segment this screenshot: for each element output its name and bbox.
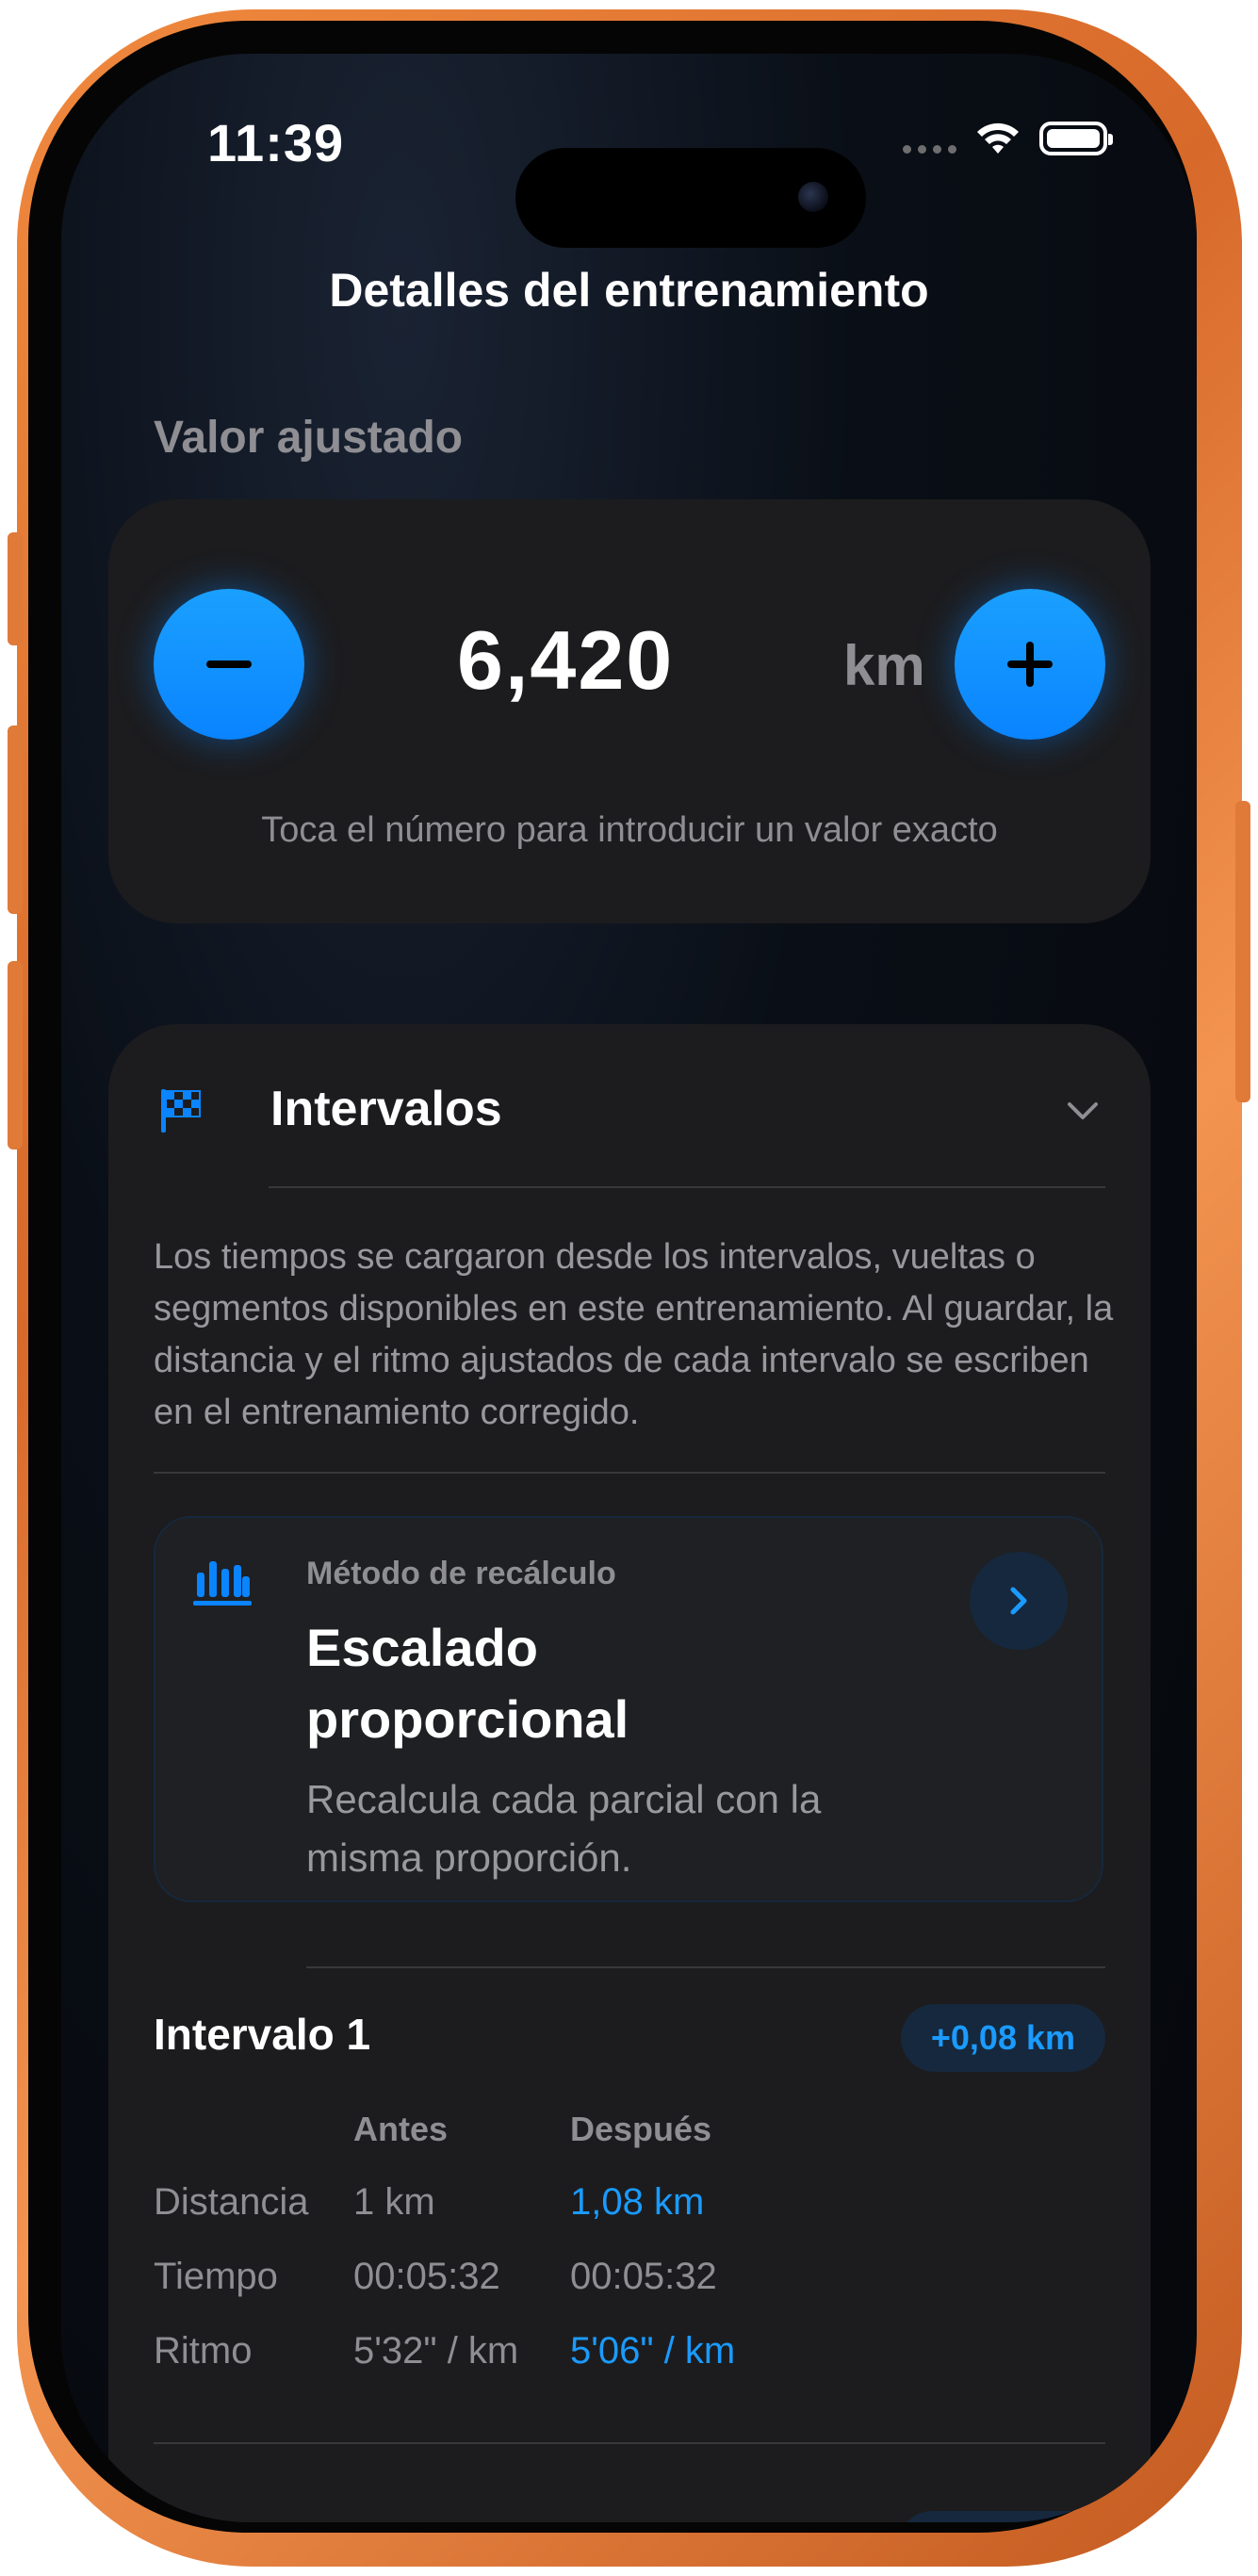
interval-title: Intervalo 1 bbox=[154, 2010, 371, 2059]
wifi-icon bbox=[977, 122, 1019, 154]
column-header-before: Antes bbox=[353, 2110, 449, 2148]
method-divider bbox=[306, 1966, 1105, 1968]
recalc-method-description: Recalcula cada parcial con la misma prop… bbox=[306, 1777, 822, 1880]
pace-after: 5'06" / km bbox=[570, 2330, 736, 2372]
chevron-down-icon[interactable] bbox=[1064, 1092, 1102, 1130]
adjusted-value-number[interactable]: 6,420 bbox=[457, 612, 674, 709]
pace-before: 5'32" / km bbox=[353, 2330, 519, 2372]
volume-up-button bbox=[8, 726, 23, 914]
column-header-after: Después bbox=[570, 2110, 712, 2148]
adjust-hint-text: Toca el número para introducir un valor … bbox=[261, 810, 998, 850]
increment-button[interactable] bbox=[955, 589, 1105, 740]
cellular-signal-icon bbox=[903, 144, 956, 154]
chevron-right-icon bbox=[1010, 1587, 1027, 1615]
volume-down-button bbox=[8, 961, 23, 1149]
header-divider bbox=[269, 1186, 1105, 1188]
recalc-method-label: Método de recálculo bbox=[306, 1556, 616, 1591]
description-divider bbox=[154, 1472, 1105, 1474]
checkered-flag-icon bbox=[161, 1089, 201, 1133]
next-interval-badge bbox=[898, 2511, 1105, 2522]
interval-delta-badge: +0,08 km bbox=[900, 2004, 1105, 2072]
camera-icon bbox=[798, 182, 828, 212]
row-label-time: Tiempo bbox=[154, 2256, 278, 2297]
interval-divider bbox=[154, 2442, 1105, 2444]
recalc-method-title: Escalado proporcional bbox=[306, 1618, 629, 1749]
minus-icon bbox=[206, 660, 252, 668]
recalc-method-card[interactable]: Método de recálculo Escalado proporciona… bbox=[154, 1516, 1103, 1902]
time-before: 00:05:32 bbox=[353, 2256, 500, 2297]
intervals-description: Los tiempos se cargaron desde los interv… bbox=[154, 1237, 1114, 1432]
action-button bbox=[8, 532, 23, 645]
bar-chart-icon bbox=[193, 1561, 252, 1606]
recalc-method-open-button[interactable] bbox=[970, 1552, 1068, 1650]
status-icons bbox=[903, 120, 1113, 157]
page-title: Detalles del entrenamiento bbox=[329, 264, 929, 317]
power-button bbox=[1235, 801, 1250, 1102]
adjusted-value-label: Valor ajustado bbox=[154, 413, 464, 463]
adjusted-value-unit: km bbox=[843, 634, 925, 697]
plus-icon bbox=[1007, 642, 1053, 687]
decrement-button[interactable] bbox=[154, 589, 304, 740]
time-after: 00:05:32 bbox=[570, 2256, 717, 2297]
adjust-value-card: 6,420 km Toca el número para introducir … bbox=[108, 499, 1151, 923]
status-time: 11:39 bbox=[207, 113, 345, 172]
intervals-title[interactable]: Intervalos bbox=[270, 1081, 502, 1137]
battery-icon bbox=[1039, 122, 1113, 155]
row-label-pace: Ritmo bbox=[154, 2330, 253, 2372]
row-label-distance: Distancia bbox=[154, 2181, 309, 2223]
intervals-card: Intervalos Los tiempos se cargaron desde… bbox=[108, 1024, 1151, 2522]
distance-before: 1 km bbox=[353, 2181, 435, 2223]
app-screen: 11:39 Detalles del entrenamiento Valor a… bbox=[61, 54, 1197, 2522]
distance-after: 1,08 km bbox=[570, 2181, 705, 2223]
dynamic-island bbox=[515, 148, 866, 248]
